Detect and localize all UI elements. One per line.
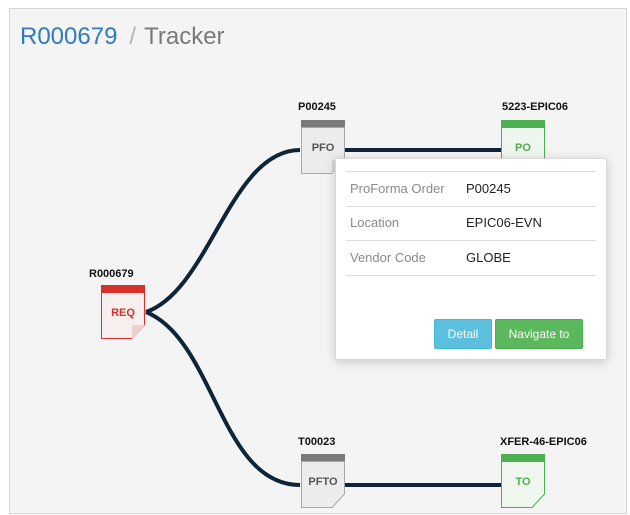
- doc-type-label: REQ: [111, 307, 135, 319]
- doc-status-bar: [501, 454, 545, 461]
- popover-row-vendor-code: Vendor Code GLOBE: [346, 241, 596, 276]
- row-value: P00245: [466, 181, 511, 196]
- row-key: Location: [350, 215, 400, 230]
- doc-type-label: PFTO: [308, 476, 338, 488]
- row-key: ProForma Order: [350, 181, 445, 196]
- doc-type-label: PFO: [311, 142, 335, 154]
- link-req-pfo: [145, 148, 301, 314]
- detail-button[interactable]: Detail: [434, 319, 492, 349]
- popover-row-proforma-order: ProForma Order P00245: [346, 171, 596, 207]
- node-id: 5223-EPIC06: [502, 101, 569, 113]
- doc-status-bar: [501, 120, 545, 127]
- row-value: GLOBE: [466, 250, 511, 265]
- link-req-pfto: [145, 310, 301, 487]
- proforma-transfer-order-doc-icon[interactable]: PFTO: [301, 454, 345, 508]
- node-id: P00245: [298, 101, 336, 113]
- doc-type-label: TO: [515, 476, 531, 488]
- node-id: R000679: [89, 268, 134, 280]
- doc-status-bar: [301, 454, 345, 461]
- node-id: T00023: [298, 436, 336, 448]
- doc-status-bar: [301, 120, 345, 127]
- doc-type-label: PO: [515, 142, 531, 154]
- doc-status-bar: [101, 285, 145, 292]
- row-value: EPIC06-EVN: [466, 215, 542, 230]
- row-key: Vendor Code: [350, 250, 426, 265]
- node-id: XFER-46-EPIC06: [500, 436, 587, 448]
- popover-row-location: Location EPIC06-EVN: [346, 206, 596, 241]
- navigate-to-button[interactable]: Navigate to: [495, 319, 583, 349]
- node-details-popover: ProForma Order P00245 Location EPIC06-EV…: [335, 158, 607, 360]
- transfer-order-doc-icon[interactable]: TO: [501, 454, 545, 508]
- requisition-doc-icon[interactable]: REQ: [101, 285, 145, 339]
